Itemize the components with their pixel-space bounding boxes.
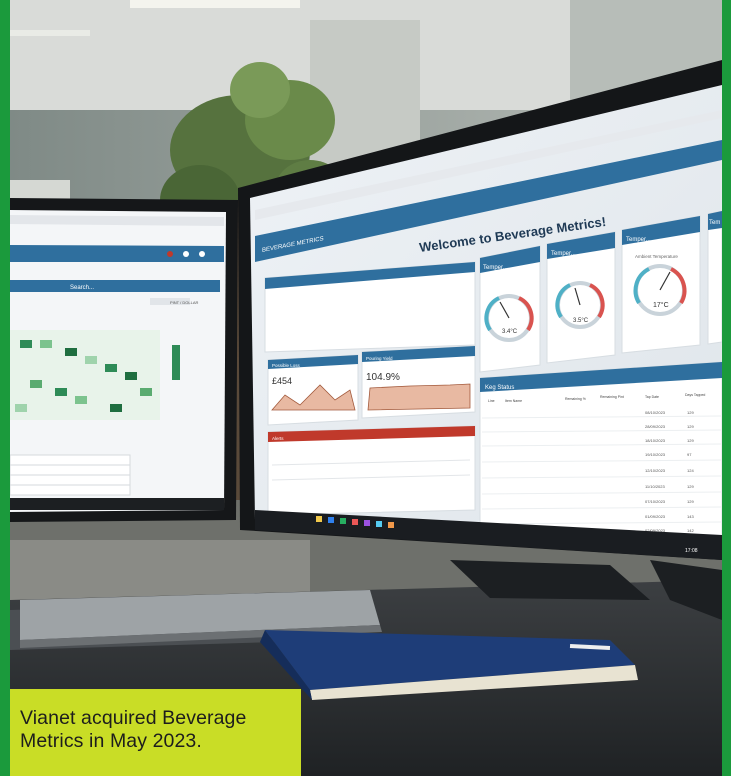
keg-days-1: 129 bbox=[687, 424, 694, 429]
keg-date-7: 01/09/2023 bbox=[645, 514, 666, 519]
temperature-panel-1: Temper... 3.4°C bbox=[479, 245, 541, 373]
gauge-3-label: Ambient Temperature bbox=[635, 254, 678, 259]
temper-title-1: Temper... bbox=[483, 265, 508, 271]
keg-days-5: 129 bbox=[687, 484, 694, 489]
left-toggle-label: PINT / DOLLAR bbox=[170, 300, 198, 305]
keg-header-days: Days Tapped bbox=[685, 393, 705, 397]
possible-loss-title: Possible Loss bbox=[272, 363, 301, 368]
keg-header-line: Line bbox=[488, 399, 495, 403]
keg-header-pint: Remaining Pint bbox=[600, 395, 624, 399]
keg-date-0: 08/10/2023 bbox=[645, 410, 666, 415]
temper-title-2: Temper... bbox=[551, 251, 576, 257]
keg-days-4: 124 bbox=[687, 468, 694, 473]
temperature-panel-2: Temper... 3.5°C bbox=[546, 231, 616, 364]
keg-header-item: Item Name bbox=[505, 399, 522, 403]
heatmap bbox=[10, 330, 180, 420]
alerts-title: Alerts bbox=[272, 436, 284, 441]
keg-days-6: 129 bbox=[687, 499, 694, 504]
temper-title-4: Tem bbox=[709, 220, 720, 226]
gauge-1-value: 3.4°C bbox=[502, 329, 518, 335]
keg-date-2: 18/10/2023 bbox=[645, 438, 666, 443]
keg-date-6: 07/10/2023 bbox=[645, 499, 666, 504]
pouring-yield-value: 104.9% bbox=[366, 372, 400, 383]
taskbar-clock: 17:08 bbox=[685, 548, 698, 554]
keg-days-3: 97 bbox=[687, 452, 692, 457]
office-photo: Search... PINT / DOLLAR BEVERAGE METRICS… bbox=[10, 0, 722, 776]
temperature-panel-3: Temper... Ambient Temperature 17°C bbox=[621, 215, 701, 354]
keg-date-1: 28/09/2023 bbox=[645, 424, 666, 429]
temperature-panel-4: Tem bbox=[707, 210, 722, 345]
keg-date-4: 12/10/2023 bbox=[645, 468, 666, 473]
left-monitor: Search... PINT / DOLLAR bbox=[10, 198, 238, 522]
keg-days-2: 129 bbox=[687, 438, 694, 443]
gauge-2-value: 3.5°C bbox=[573, 318, 589, 324]
caption-text: Vianet acquired Beverage Metrics in May … bbox=[20, 707, 247, 752]
pouring-yield-title: Pouring Yield bbox=[366, 356, 393, 361]
keg-status-panel: Keg Status Line Item Name Remaining % Re… bbox=[479, 361, 722, 546]
keg-header-date: Tap Date bbox=[645, 395, 659, 399]
keg-date-3: 19/10/2023 bbox=[645, 452, 666, 457]
possible-loss-value: £454 bbox=[272, 376, 292, 386]
left-search-label: Search... bbox=[70, 285, 94, 291]
temper-title-3: Temper... bbox=[626, 237, 651, 243]
keg-date-5: 11/10/2023 bbox=[645, 484, 665, 489]
caption-box: Vianet acquired Beverage Metrics in May … bbox=[10, 689, 301, 776]
keg-header-remaining: Remaining % bbox=[565, 397, 586, 401]
keg-status-title: Keg Status bbox=[485, 385, 514, 391]
keg-days-0: 129 bbox=[687, 410, 694, 415]
keg-days-7: 143 bbox=[687, 514, 694, 519]
keg-days-8: 142 bbox=[687, 528, 694, 533]
gauge-3-value: 17°C bbox=[653, 301, 669, 309]
